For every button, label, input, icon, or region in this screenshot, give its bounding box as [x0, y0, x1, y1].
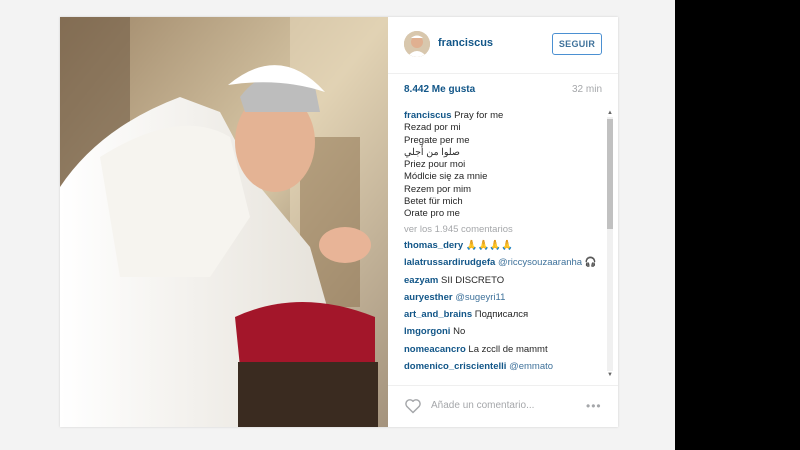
- more-options-icon[interactable]: •••: [586, 399, 602, 413]
- post-photo-illustration: [60, 17, 388, 427]
- likes-count[interactable]: 8.442 Me gusta: [404, 84, 475, 95]
- comment-username[interactable]: art_and_brains: [404, 309, 472, 320]
- caption-line: صلوا من أجلي: [404, 146, 460, 158]
- caption-line: Rezad por mi: [404, 122, 461, 134]
- scroll-up-arrow[interactable]: ▲: [606, 109, 614, 117]
- comment-username[interactable]: domenico_criscientelli: [404, 361, 506, 372]
- follow-button[interactable]: SEGUIR: [552, 33, 602, 55]
- comment-item: nomeacancro La zccll de mammt: [404, 344, 600, 356]
- post-sidebar: franciscus SEGUIR 8.442 Me gusta 32 min …: [388, 17, 618, 427]
- avatar-image: [404, 31, 430, 57]
- comment-item: eazyam SII DISCRETO: [404, 275, 600, 287]
- comment-username[interactable]: thomas_dery: [404, 240, 463, 251]
- caption-line: franciscus Pray for me: [404, 110, 600, 122]
- post-meta: 8.442 Me gusta 32 min: [404, 84, 602, 100]
- avatar[interactable]: [404, 31, 430, 57]
- caption-line: Rezem por mim: [404, 183, 472, 195]
- comment-username[interactable]: auryesther: [404, 292, 453, 303]
- post-timestamp[interactable]: 32 min: [572, 84, 602, 95]
- scrollbar-thumb[interactable]: [607, 119, 613, 229]
- caption-line: Priez pour moi: [404, 159, 466, 171]
- caption-line: Orate pro me: [404, 208, 460, 220]
- caption-text: Pray for me: [454, 110, 504, 121]
- comment-text: @emmato: [509, 361, 554, 373]
- comment-text: 🎧: [582, 257, 597, 269]
- comment-item: art_and_brains Подписался: [404, 309, 600, 321]
- caption-username[interactable]: franciscus: [404, 110, 452, 121]
- scroll-down-arrow[interactable]: ▼: [606, 371, 614, 379]
- comment-text: Подписался: [474, 309, 529, 321]
- header-username[interactable]: franciscus: [438, 37, 493, 49]
- comments-list[interactable]: franciscus Pray for me Rezad por mi Preg…: [404, 110, 600, 375]
- comment-mention[interactable]: @sugeyri11: [455, 292, 505, 303]
- caption-line: Pregate per me: [404, 134, 470, 146]
- comment-item: lalatrussardirudgefa @riccysouzaaranha 🎧: [404, 257, 600, 269]
- post-header: franciscus SEGUIR: [388, 17, 618, 74]
- comment-username[interactable]: lmgorgoni: [404, 326, 450, 337]
- comment-text: No: [453, 326, 466, 338]
- comments-scrollbar[interactable]: ▲ ▼: [606, 109, 614, 379]
- caption: franciscus Pray for me Rezad por mi Preg…: [404, 110, 600, 221]
- comment-item: domenico_criscientelli @emmato: [404, 361, 600, 373]
- comment-item: lmgorgoni No: [404, 326, 600, 338]
- post-modal: franciscus SEGUIR 8.442 Me gusta 32 min …: [60, 17, 618, 427]
- comment-username[interactable]: eazyam: [404, 275, 438, 286]
- comment-mention[interactable]: @riccysouzaaranha: [498, 257, 582, 268]
- comment-item: auryesther @sugeyri11: [404, 292, 600, 304]
- comment-item: thomas_dery 🙏🙏🙏🙏: [404, 240, 600, 252]
- comment-text: 🙏🙏🙏🙏: [463, 239, 514, 251]
- comment-text: La zccll de mammt: [468, 343, 548, 355]
- post-footer: Añade un comentario... •••: [388, 385, 618, 428]
- comment-text: SII DISCRETO: [440, 274, 505, 286]
- comment-username[interactable]: lalatrussardirudgefa: [404, 257, 495, 268]
- caption-line: Módlcie się za mnie: [404, 171, 488, 183]
- comment-username[interactable]: nomeacancro: [404, 344, 466, 355]
- add-comment-input[interactable]: Añade un comentario...: [431, 400, 534, 411]
- view-all-comments-link[interactable]: ver los 1.945 comentarios: [404, 224, 600, 236]
- post-photo: [60, 17, 388, 427]
- caption-line: Betet für mich: [404, 196, 463, 208]
- heart-icon[interactable]: [404, 398, 422, 414]
